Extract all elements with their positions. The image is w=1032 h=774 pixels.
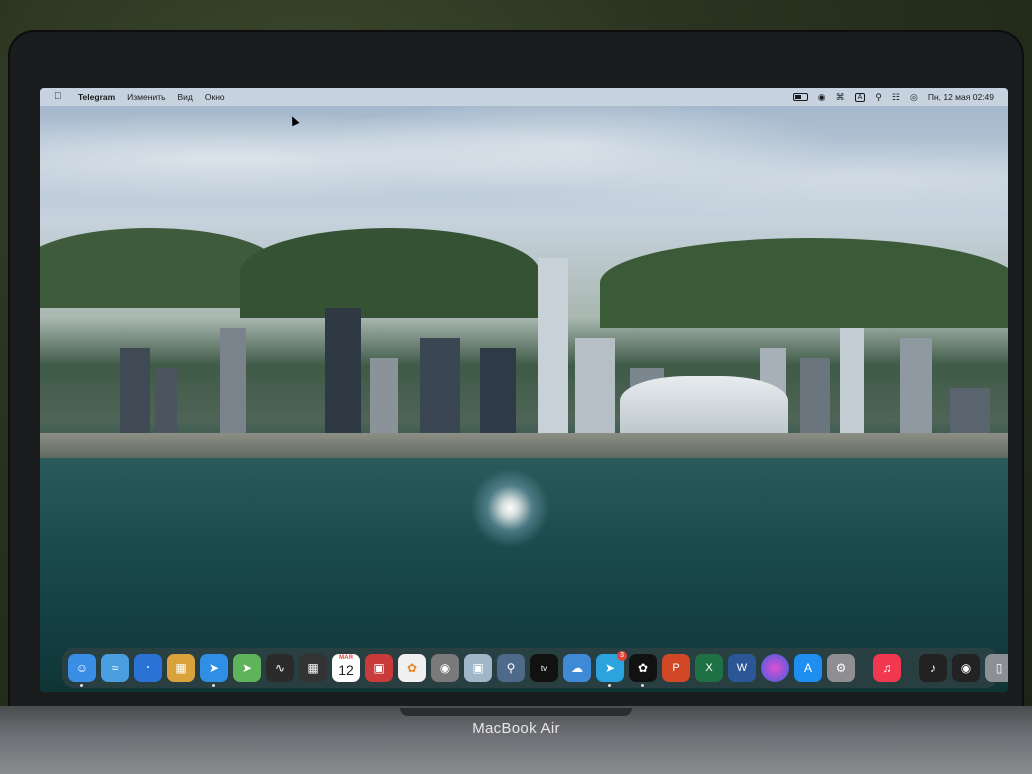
preview-icon[interactable]: ▣: [464, 654, 492, 682]
wallpaper-convention-center: [620, 376, 788, 438]
menu-bar:  Telegram Изменить Вид Окно ◉ ⌘ A ⚲ ☷ ◎…: [40, 88, 1008, 106]
word-icon[interactable]: W: [728, 654, 756, 682]
calendar-icon[interactable]: МАЯ 12: [332, 654, 360, 682]
voice-memos-icon[interactable]: ∿: [266, 654, 294, 682]
siri-icon[interactable]: ◎: [910, 92, 918, 102]
safari-icon[interactable]: ➤: [200, 654, 228, 687]
powerpoint-icon[interactable]: P: [662, 654, 690, 682]
system-settings-icon[interactable]: ⚙: [827, 654, 855, 682]
apple-tv-icon[interactable]: tv: [530, 654, 558, 682]
hinge-notch: [400, 708, 632, 716]
laptop-base: [0, 706, 1032, 774]
desktop-screen:  Telegram Изменить Вид Окно ◉ ⌘ A ⚲ ☷ ◎…: [40, 88, 1008, 692]
control-center-icon[interactable]: ☷: [892, 92, 900, 102]
wallpaper-skyline: [40, 248, 1008, 458]
calendar-month: МАЯ: [339, 655, 353, 661]
vpn-icon[interactable]: ◉: [818, 92, 826, 102]
calculator-icon[interactable]: ▦: [299, 654, 327, 682]
menu-window[interactable]: Окно: [205, 92, 225, 102]
wifi-icon[interactable]: ⌘: [836, 92, 845, 102]
dock: ☺ ≈ ᛫ ▦ ➤ ➤ ∿ ▦ МАЯ 12 ▣ ✿ ◉ ▣ ⚲ tv ☁ ➤ …: [62, 648, 1008, 688]
screen-glare: [470, 468, 550, 548]
menu-edit[interactable]: Изменить: [127, 92, 165, 102]
apple-menu-icon[interactable]: : [54, 91, 62, 102]
spotlight-search-icon[interactable]: ⚲: [875, 92, 882, 102]
photos-icon[interactable]: ✿: [398, 654, 426, 682]
menu-view[interactable]: Вид: [178, 92, 193, 102]
app-store-icon[interactable]: A: [794, 654, 822, 682]
maps-icon[interactable]: ➤: [233, 654, 261, 682]
finder-icon[interactable]: ☺: [68, 654, 96, 687]
brand-label: MacBook Air: [472, 720, 560, 737]
photo-booth-icon[interactable]: ▣: [365, 654, 393, 682]
weather-icon[interactable]: ☁: [563, 654, 591, 682]
menu-bar-clock[interactable]: Пн, 12 мая 02:49: [928, 92, 994, 102]
app-menu[interactable]: Telegram: [78, 92, 115, 102]
battery-icon[interactable]: [792, 93, 808, 101]
telegram-badge: 3: [617, 651, 627, 661]
chatgpt-icon[interactable]: ✿: [629, 654, 657, 687]
music-icon[interactable]: ♫: [873, 654, 901, 682]
wifi-settings-icon[interactable]: ≈: [101, 654, 129, 682]
wallpaper-clouds: [40, 106, 1008, 236]
calendar-day: 12: [338, 662, 354, 678]
input-source-icon[interactable]: A: [854, 92, 866, 102]
recent-app-icon[interactable]: ♪: [919, 654, 947, 682]
launchpad-icon[interactable]: ▦: [167, 654, 195, 682]
bluetooth-icon[interactable]: ᛫: [134, 654, 162, 682]
menu-bar-left: Telegram Изменить Вид Окно: [40, 92, 225, 102]
quicktime-icon[interactable]: ⚲: [497, 654, 525, 682]
excel-icon[interactable]: X: [695, 654, 723, 682]
trash-icon[interactable]: ▯: [985, 654, 1008, 682]
menu-bar-right: ◉ ⌘ A ⚲ ☷ ◎ Пн, 12 мая 02:49: [792, 92, 1008, 102]
recent-app-icon[interactable]: ◉: [952, 654, 980, 682]
siri-dock-icon[interactable]: [761, 654, 789, 682]
screenshot-icon[interactable]: ◉: [431, 654, 459, 682]
telegram-icon[interactable]: ➤ 3: [596, 651, 627, 687]
